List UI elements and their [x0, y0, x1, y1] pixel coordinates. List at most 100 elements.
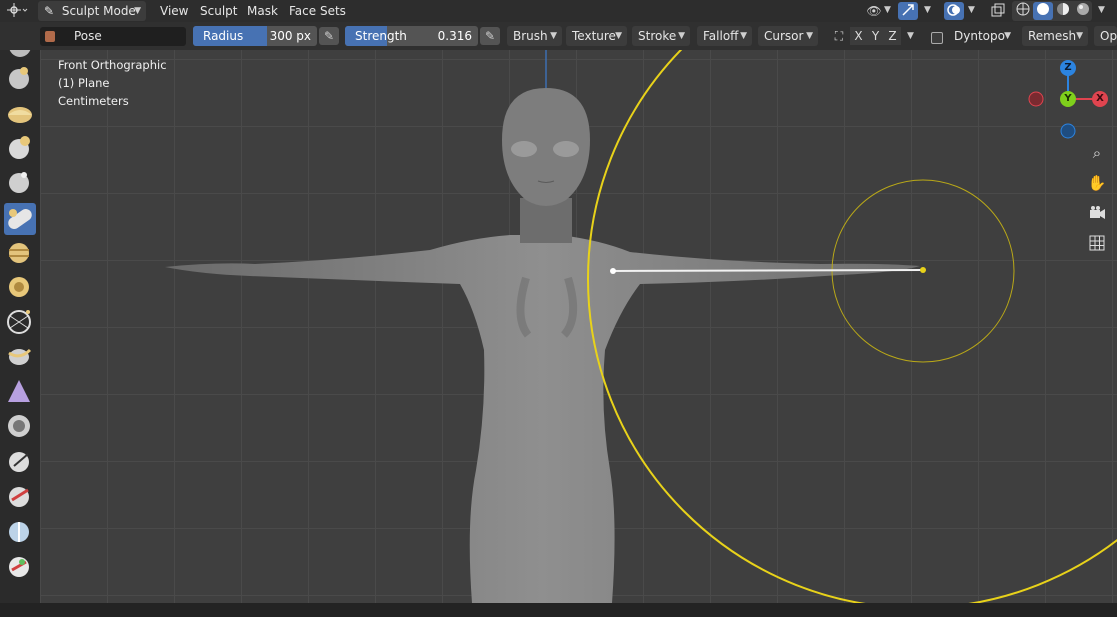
menu-face-sets[interactable]: Face Sets	[289, 3, 346, 19]
options-dropdown[interactable]: Opt	[1094, 26, 1117, 46]
gizmo-toggle-icon[interactable]	[898, 2, 918, 20]
pan-hand-icon[interactable]: ✋	[1084, 170, 1110, 196]
falloff-dropdown-label: Falloff	[703, 29, 739, 43]
crease-brush-icon	[7, 310, 31, 334]
menu-sculpt[interactable]: Sculpt	[200, 3, 237, 19]
grid-view-icon[interactable]	[1084, 230, 1110, 256]
gizmo-y-button[interactable]: Y	[1060, 91, 1076, 107]
character-mesh	[165, 88, 920, 603]
shading-mode-group	[1012, 1, 1092, 21]
view-name: Front Orthographic	[58, 58, 167, 72]
falloff-dropdown[interactable]: Falloff ▼	[697, 26, 752, 46]
strength-slider[interactable]: Strength 0.316	[345, 26, 478, 46]
chevron-down-icon: ▼	[134, 6, 141, 16]
multiplane-scrape-brush-icon	[9, 487, 29, 507]
texture-dropdown[interactable]: Texture ▼	[566, 26, 627, 46]
dyntopo-dropdown[interactable]: Dyntopo ▼	[948, 26, 1016, 46]
strength-label: Strength	[355, 29, 407, 43]
tool-shelf	[0, 50, 40, 603]
grab-brush-icon	[9, 557, 29, 577]
brush-icon	[45, 31, 55, 42]
draw-sharp-brush-icon	[9, 67, 29, 89]
xray-toggle-icon[interactable]	[988, 2, 1008, 20]
brush-dropdown-label: Brush	[513, 29, 548, 43]
gizmo-x-button[interactable]: X	[1092, 91, 1108, 107]
pinch-brush-icon	[9, 522, 29, 542]
chevron-down-icon: ▼	[806, 31, 813, 41]
status-bar	[0, 603, 1117, 617]
cursor-dropdown-label: Cursor	[764, 29, 804, 43]
chevron-down-icon: ▼	[615, 31, 622, 41]
strength-pressure-icon[interactable]: ✎	[480, 27, 500, 45]
smooth-brush-icon	[8, 348, 32, 365]
symmetry-y-toggle[interactable]: Y	[867, 27, 884, 45]
rendered-shading-icon[interactable]	[1073, 2, 1093, 20]
unit-system: Centimeters	[58, 94, 129, 108]
remesh-dropdown[interactable]: Remesh ▼	[1022, 26, 1088, 46]
radius-label: Radius	[203, 29, 244, 43]
chevron-down-icon: ▼	[550, 31, 557, 41]
stroke-dropdown[interactable]: Stroke ▼	[632, 26, 690, 46]
texture-dropdown-label: Texture	[572, 29, 616, 43]
radius-slider[interactable]: Radius 300 px	[193, 26, 317, 46]
symmetry-icon[interactable]: ⛶	[829, 27, 849, 45]
editor-type-icon	[7, 3, 28, 17]
pose-end-point	[920, 267, 926, 273]
pose-ik-line	[612, 269, 924, 272]
chevron-down-icon[interactable]: ▼	[924, 5, 931, 15]
dyntopo-label: Dyntopo	[954, 29, 1005, 43]
wireframe-shading-icon[interactable]	[1013, 2, 1033, 20]
blob-brush-icon	[9, 277, 29, 297]
tool-settings-bar: Pose Radius 300 px ✎ Strength 0.316 ✎ Br…	[0, 22, 1117, 50]
symmetry-x-toggle[interactable]: X	[850, 27, 867, 45]
mode-selector[interactable]: ✎ Sculpt Mode ▼	[38, 1, 146, 21]
chevron-down-icon: ▼	[678, 31, 685, 41]
radius-value: 300 px	[269, 29, 311, 43]
clay-strips-brush-icon	[9, 136, 30, 159]
options-label: Opt	[1100, 29, 1117, 43]
pose-start-point	[610, 268, 616, 274]
brush-dropdown[interactable]: Brush ▼	[507, 26, 562, 46]
chevron-down-icon: ▼	[1004, 31, 1011, 41]
material-shading-icon[interactable]	[1053, 2, 1073, 20]
solid-shading-icon[interactable]	[1033, 2, 1053, 20]
dyntopo-checkbox[interactable]	[931, 32, 943, 44]
chevron-down-icon: ▼	[740, 31, 747, 41]
menu-mask[interactable]: Mask	[247, 3, 278, 19]
sculpt-mode-icon: ✎	[44, 4, 55, 18]
symmetry-z-toggle[interactable]: Z	[884, 27, 901, 45]
zoom-icon[interactable]: ⌕	[1084, 140, 1110, 166]
visibility-icon[interactable]: 👁	[864, 2, 884, 20]
mode-label: Sculpt Mode	[61, 4, 136, 18]
chevron-down-icon[interactable]: ▼	[884, 5, 891, 15]
chevron-down-icon[interactable]: ▼	[968, 5, 975, 15]
cursor-dropdown[interactable]: Cursor ▼	[758, 26, 818, 46]
menu-view[interactable]: View	[160, 3, 188, 19]
chevron-down-icon: ▼	[1076, 31, 1083, 41]
fill-brush-icon	[8, 415, 30, 437]
camera-icon[interactable]	[1084, 200, 1110, 226]
strength-value: 0.316	[437, 29, 472, 43]
navigation-gizmo[interactable]: Z Y X	[1026, 58, 1108, 142]
clay-brush-icon	[8, 107, 32, 123]
stroke-dropdown-label: Stroke	[638, 29, 677, 43]
flatten-brush-icon	[8, 380, 30, 402]
brush-selector[interactable]: Pose	[40, 27, 186, 46]
scrape-brush-icon	[9, 452, 29, 472]
remesh-label: Remesh	[1028, 29, 1077, 43]
chevron-down-icon[interactable]: ▼	[1098, 5, 1105, 15]
brush-name: Pose	[74, 29, 102, 43]
editor-type-button[interactable]	[4, 2, 30, 20]
header-bar: ✎ Sculpt Mode ▼ View Sculpt Mask Face Se…	[0, 0, 1117, 22]
gizmo-z-button[interactable]: Z	[1060, 60, 1076, 76]
object-name: (1) Plane	[58, 76, 110, 90]
3d-viewport[interactable]: Front Orthographic (1) Plane Centimeters…	[40, 50, 1117, 603]
viewport-scene	[165, 50, 1117, 603]
tool-icons	[4, 50, 36, 577]
radius-pressure-icon[interactable]: ✎	[319, 27, 339, 45]
chevron-down-icon[interactable]: ▼	[907, 31, 914, 41]
overlays-icon[interactable]	[944, 2, 964, 20]
layer-brush-icon	[9, 172, 29, 193]
inflate-brush-icon	[9, 243, 29, 263]
draw-brush-icon	[9, 50, 31, 57]
